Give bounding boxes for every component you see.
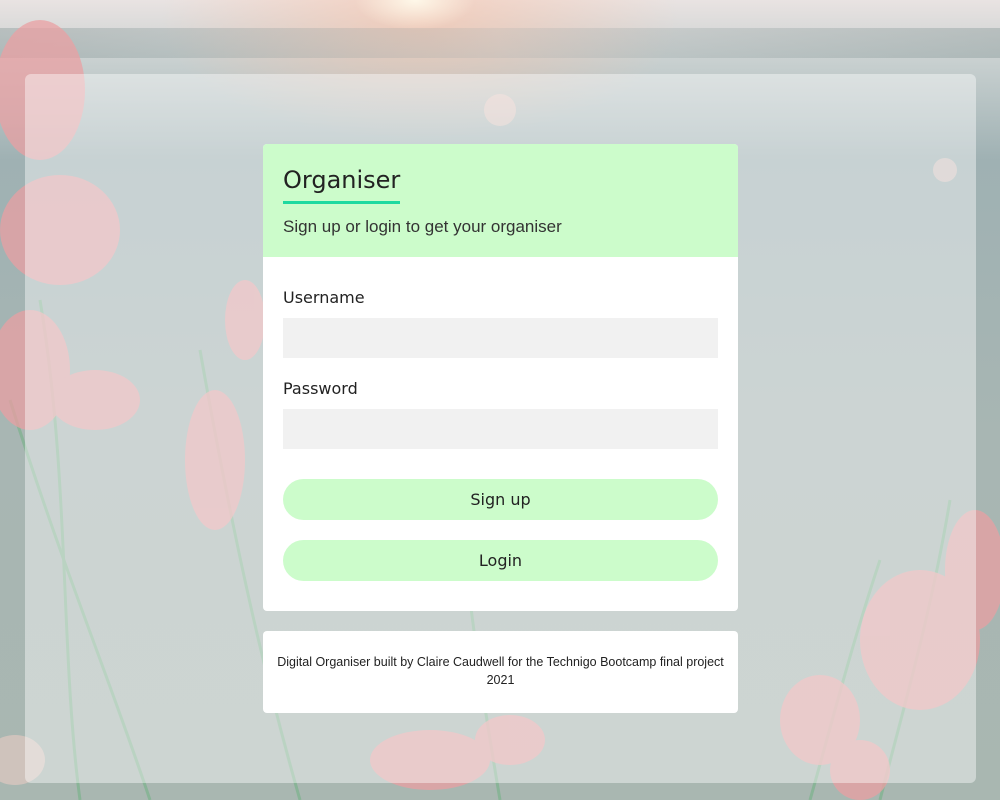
login-card-header: Organiser Sign up or login to get your o… bbox=[263, 144, 738, 257]
password-input[interactable] bbox=[283, 409, 718, 449]
footer-credit-text: Digital Organiser built by Claire Caudwe… bbox=[277, 655, 724, 687]
footer-card: Digital Organiser built by Claire Caudwe… bbox=[263, 631, 738, 713]
page-subtitle: Sign up or login to get your organiser bbox=[283, 217, 562, 236]
login-button[interactable]: Login bbox=[283, 540, 718, 581]
page-title: Organiser bbox=[283, 166, 401, 194]
login-card: Organiser Sign up or login to get your o… bbox=[263, 144, 738, 611]
title-underline bbox=[283, 201, 400, 204]
username-input[interactable] bbox=[283, 318, 718, 358]
username-label: Username bbox=[283, 288, 365, 307]
password-label: Password bbox=[283, 379, 358, 398]
sign-up-button[interactable]: Sign up bbox=[283, 479, 718, 520]
